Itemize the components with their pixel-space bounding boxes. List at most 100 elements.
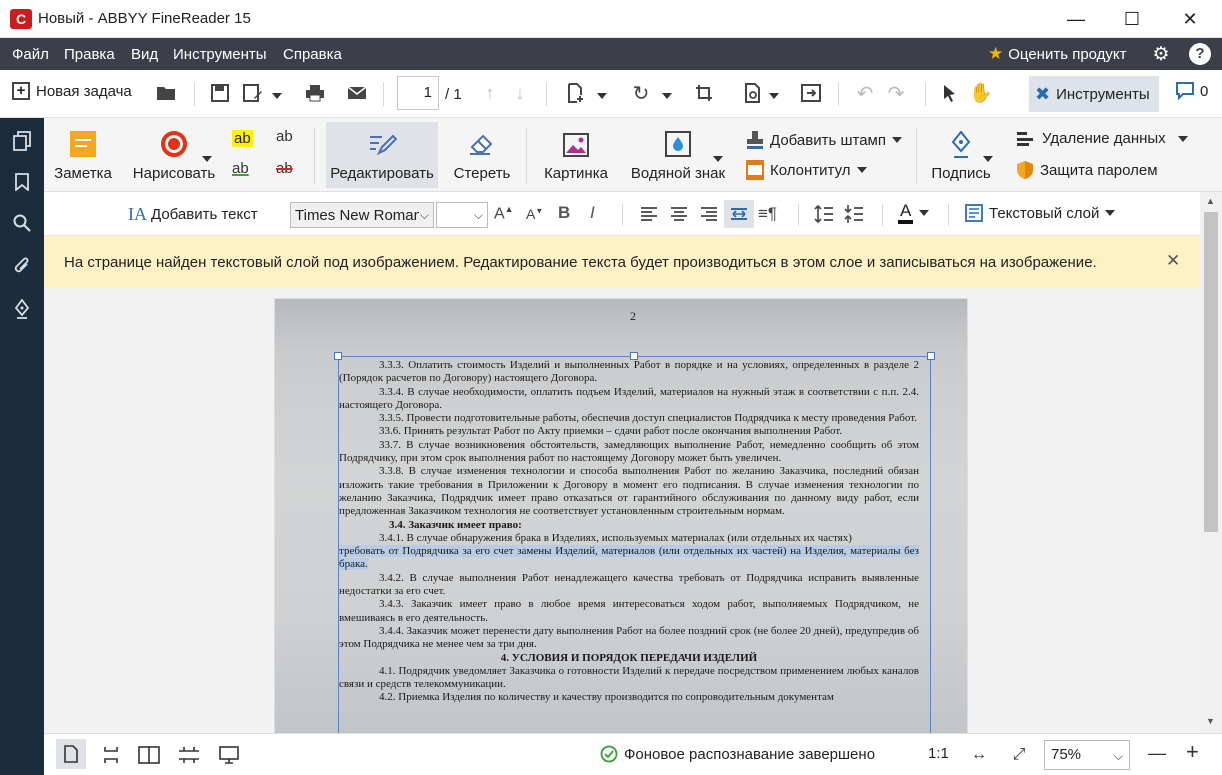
continuous-view-icon[interactable]: [176, 743, 202, 767]
fit-width-icon[interactable]: ↔: [966, 743, 992, 767]
menu-view[interactable]: Вид: [131, 46, 158, 63]
paragraph-spacing-icon[interactable]: [844, 204, 864, 228]
single-page-view-icon[interactable]: [56, 739, 86, 769]
comments-button[interactable]: 0: [1176, 82, 1208, 100]
recognize-dropdown-arrow[interactable]: [769, 87, 779, 104]
print-icon[interactable]: [302, 80, 328, 106]
save-dropdown-arrow[interactable]: [272, 87, 282, 104]
actual-size-button[interactable]: 1:1: [928, 745, 949, 762]
rotate-icon[interactable]: ↻: [628, 80, 654, 106]
draw-dropdown-arrow[interactable]: [202, 150, 212, 167]
new-task-button[interactable]: + Новая задача: [12, 82, 132, 100]
redact-button[interactable]: Удаление данных: [1016, 130, 1188, 147]
italic-button[interactable]: I: [590, 203, 595, 223]
vertical-scrollbar[interactable]: ▲ ▼: [1200, 192, 1222, 733]
font-color-button[interactable]: A: [898, 202, 930, 224]
close-icon[interactable]: ✕: [1166, 251, 1180, 271]
text-layer-dropdown-arrow[interactable]: [1105, 210, 1116, 216]
align-right-icon[interactable]: [700, 206, 718, 226]
header-footer-dropdown-arrow[interactable]: [856, 167, 867, 173]
signature-dropdown-arrow[interactable]: [983, 150, 993, 167]
line-spacing-icon[interactable]: [814, 204, 834, 228]
scrollbar-thumb[interactable]: [1204, 212, 1218, 532]
minimize-button[interactable]: —: [1048, 0, 1104, 38]
menu-edit[interactable]: Правка: [64, 46, 115, 63]
text-layer-button[interactable]: Текстовый слой: [965, 204, 1116, 222]
align-center-icon[interactable]: [670, 206, 688, 226]
rotate-dropdown-arrow[interactable]: [662, 87, 672, 104]
pointer-icon[interactable]: [937, 80, 963, 106]
zoom-out-button[interactable]: —: [1148, 743, 1166, 764]
font-size-select[interactable]: ⌵: [436, 202, 488, 228]
crop-icon[interactable]: [691, 80, 717, 106]
watermark-dropdown-arrow[interactable]: [713, 150, 723, 167]
fit-height-icon[interactable]: [98, 743, 124, 767]
tools-icon: ✖: [1035, 83, 1051, 104]
increase-font-icon[interactable]: A▲: [494, 204, 514, 223]
add-page-dropdown-arrow[interactable]: [597, 87, 607, 104]
zoom-select[interactable]: 75% ⌵: [1044, 740, 1130, 770]
close-window-button[interactable]: ✕: [1162, 0, 1218, 38]
redo-icon[interactable]: ↷: [883, 80, 909, 106]
menu-help[interactable]: Справка: [283, 46, 342, 63]
arrow-down-icon[interactable]: ↓: [507, 80, 533, 106]
two-page-view-icon[interactable]: [136, 743, 162, 767]
strikethrough-icon[interactable]: ab: [276, 160, 293, 177]
save-icon[interactable]: [207, 80, 233, 106]
font-color-dropdown-arrow[interactable]: [919, 210, 930, 216]
search-icon[interactable]: [9, 210, 35, 236]
tools-toggle-button[interactable]: ✖ Инструменты: [1029, 76, 1159, 112]
menu-file[interactable]: Файл: [12, 46, 49, 63]
format-toolbar: IA Добавить текст Times New Roman ⌵ ⌵ A▲…: [44, 192, 1222, 236]
picture-button[interactable]: Картинка: [536, 122, 616, 188]
save-as-icon[interactable]: [240, 80, 266, 106]
gear-icon[interactable]: ⚙: [1150, 43, 1172, 65]
justify-icon[interactable]: [724, 200, 754, 228]
stamp-dropdown-arrow[interactable]: [891, 137, 902, 143]
add-text-button[interactable]: IA Добавить текст: [128, 204, 258, 225]
recognize-page-icon[interactable]: [740, 80, 766, 106]
pages-icon[interactable]: [9, 128, 35, 154]
undo-icon[interactable]: ↶: [852, 80, 878, 106]
arrow-up-icon[interactable]: ↑: [477, 80, 503, 106]
maximize-button[interactable]: ☐: [1104, 0, 1160, 38]
edit-button[interactable]: Редактировать: [326, 122, 438, 188]
signature-pen-icon[interactable]: [9, 296, 35, 322]
add-stamp-button[interactable]: Добавить штамп: [746, 130, 902, 150]
fit-page-icon[interactable]: ⤢: [1006, 743, 1032, 767]
insert-text-icon[interactable]: ab: [276, 128, 293, 145]
redact-dropdown-arrow[interactable]: [1177, 135, 1188, 142]
zoom-in-button[interactable]: +: [1186, 739, 1199, 765]
note-button[interactable]: Заметка: [50, 122, 116, 188]
page-number-input[interactable]: 1: [397, 76, 439, 110]
text-selection-frame[interactable]: [338, 356, 931, 733]
scroll-up-arrow[interactable]: ▲: [1206, 196, 1215, 206]
scroll-down-arrow[interactable]: ▼: [1206, 716, 1215, 726]
password-protect-button[interactable]: Защита паролем: [1016, 160, 1158, 180]
align-left-icon[interactable]: [640, 206, 658, 226]
hand-icon[interactable]: ✋: [968, 80, 994, 106]
help-icon[interactable]: ?: [1189, 43, 1211, 65]
bookmark-icon[interactable]: [9, 169, 35, 195]
paragraph-icon[interactable]: ≡¶: [758, 204, 777, 224]
highlight-icon[interactable]: ab: [232, 130, 253, 147]
resize-handle[interactable]: [334, 352, 342, 360]
rate-product-button[interactable]: ★ Оценить продукт: [988, 44, 1127, 64]
resize-handle[interactable]: [927, 352, 935, 360]
email-icon[interactable]: [344, 80, 370, 106]
menu-tools[interactable]: Инструменты: [173, 46, 267, 63]
font-color-icon: A: [898, 202, 914, 224]
bold-button[interactable]: B: [558, 203, 570, 223]
add-page-icon[interactable]: [563, 80, 589, 106]
format-separator: [882, 204, 883, 226]
open-folder-icon[interactable]: [153, 80, 179, 106]
resize-handle[interactable]: [630, 352, 638, 360]
font-family-select[interactable]: Times New Roman ⌵: [290, 202, 434, 228]
presentation-view-icon[interactable]: [216, 743, 242, 767]
decrease-font-icon[interactable]: A▼: [526, 206, 543, 222]
header-footer-button[interactable]: Колонтитул: [746, 160, 867, 180]
export-page-icon[interactable]: [798, 80, 824, 106]
underline-icon[interactable]: ab: [232, 160, 249, 177]
attachment-icon[interactable]: [9, 253, 35, 279]
erase-button[interactable]: Стереть: [446, 122, 518, 188]
